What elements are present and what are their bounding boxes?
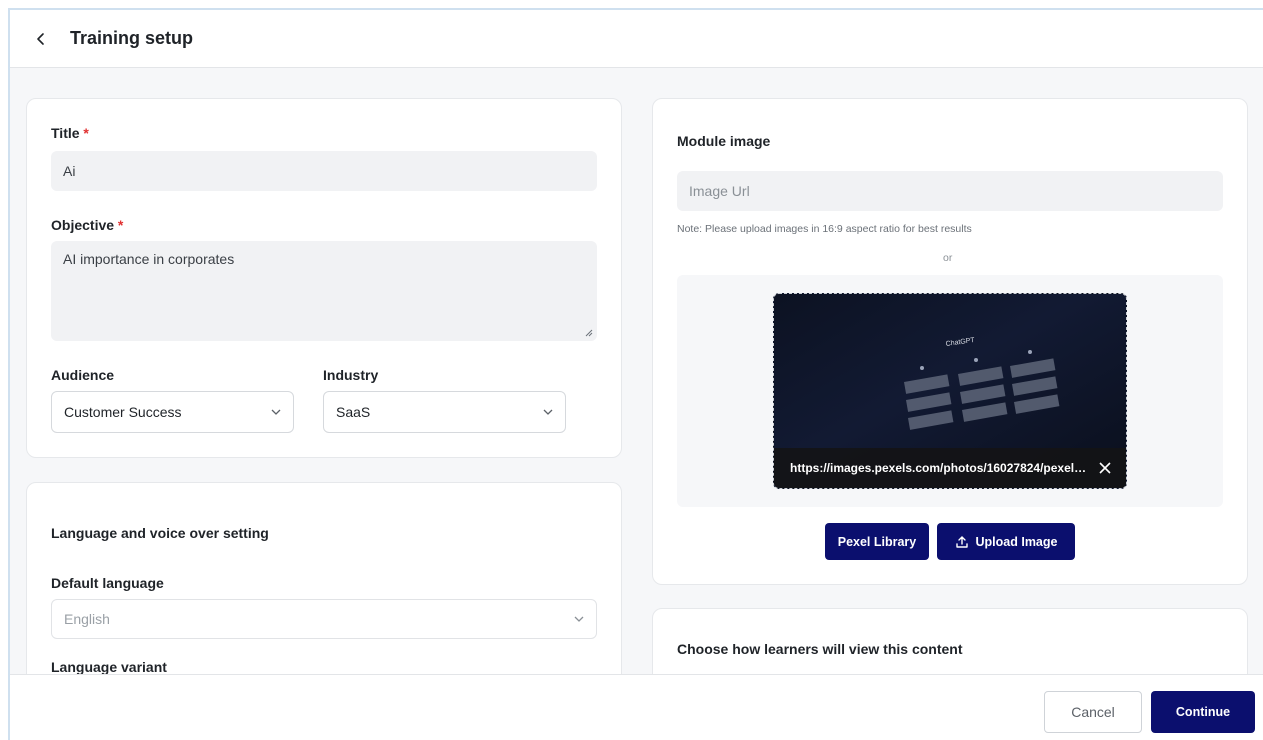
preview-caption: ChatGPT (945, 337, 976, 348)
resize-grip-icon[interactable] (585, 329, 593, 337)
module-image-card: Module image Image Url Note: Please uplo… (652, 98, 1248, 585)
industry-select[interactable]: SaaS (323, 391, 566, 433)
title-label: Title * (51, 125, 89, 141)
objective-label-text: Objective (51, 217, 115, 233)
image-url-bar: https://images.pexels.com/photos/1602782… (774, 448, 1126, 488)
preview-screenshot-image: ChatGPT (904, 337, 1060, 430)
cancel-button[interactable]: Cancel (1044, 691, 1142, 733)
back-icon[interactable] (32, 30, 50, 48)
audience-label: Audience (51, 367, 115, 383)
upload-image-button[interactable]: Upload Image (937, 523, 1075, 560)
objective-value: AI importance in corporates (63, 251, 235, 267)
view-mode-title: Choose how learners will view this conte… (677, 641, 963, 657)
footer-bar: Cancel Continue (10, 674, 1263, 740)
industry-label: Industry (323, 367, 379, 383)
title-label-text: Title (51, 125, 80, 141)
close-icon[interactable] (1098, 461, 1112, 475)
default-language-label: Default language (51, 575, 164, 591)
training-basics-card: Title * Ai Objective * AI importance in … (26, 98, 622, 458)
page-title: Training setup (70, 28, 194, 48)
required-mark: * (83, 125, 89, 141)
required-mark: * (117, 217, 124, 233)
image-url-input[interactable]: Image Url (677, 171, 1223, 211)
pexel-library-button[interactable]: Pexel Library (825, 523, 929, 560)
default-language-select[interactable]: English (51, 599, 597, 639)
default-language-value: English (64, 611, 110, 627)
continue-button[interactable]: Continue (1151, 691, 1255, 733)
module-image-title: Module image (677, 133, 771, 149)
audience-value: Customer Success (64, 404, 182, 420)
language-variant-label: Language variant (51, 659, 167, 675)
preview-url: https://images.pexels.com/photos/1602782… (790, 461, 1087, 475)
objective-label: Objective * (51, 217, 123, 233)
upload-image-label: Upload Image (975, 534, 1058, 549)
upload-icon (955, 535, 968, 548)
industry-value: SaaS (336, 404, 371, 420)
or-separator: or (943, 252, 953, 264)
page-header: Training setup (10, 10, 1263, 68)
objective-textarea[interactable]: AI importance in corporates (51, 241, 597, 341)
app-window: Training setup Title * Ai Objective * AI… (8, 8, 1263, 740)
image-preview: ChatGPT https://images.pexels.com/photos… (773, 293, 1127, 489)
chevron-down-icon (543, 409, 553, 415)
title-input[interactable]: Ai (51, 151, 597, 191)
image-drop-zone[interactable]: ChatGPT https://images.pexels.com/photos… (677, 275, 1223, 507)
chevron-down-icon (271, 409, 281, 415)
chevron-down-icon (574, 616, 584, 622)
aspect-ratio-note: Note: Please upload images in 16:9 aspec… (677, 223, 972, 235)
language-section-title: Language and voice over setting (51, 525, 269, 541)
audience-select[interactable]: Customer Success (51, 391, 294, 433)
